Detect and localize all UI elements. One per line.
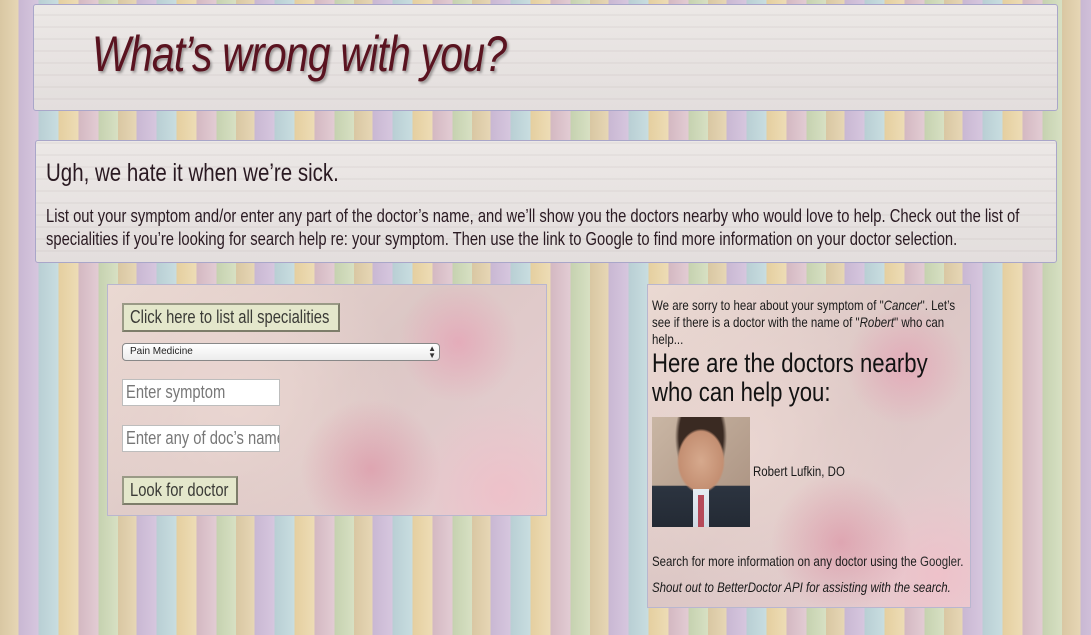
doctor-name[interactable]: Robert Lufkin, DO (753, 463, 845, 479)
specialty-selected-value: Pain Medicine (130, 346, 193, 357)
intro-section: Ugh, we hate it when we’re sick. List ou… (35, 140, 1057, 263)
results-heading: Here are the doctors nearby who can help… (652, 348, 928, 407)
updown-arrow-icon: ▲ ▼ (428, 344, 436, 360)
google-link[interactable]: Googler (920, 553, 960, 569)
intro-text: List out your symptom and/or enter any p… (46, 206, 1020, 249)
look-for-doctor-label: Look for doctor (130, 480, 229, 500)
page-title: What’s wrong with you? (92, 26, 507, 82)
search-panel: Click here to list all specialities Pain… (107, 284, 547, 516)
symptom-value: Cancer (883, 297, 921, 313)
specialty-select[interactable]: Pain Medicine ▲ ▼ (122, 343, 440, 361)
google-search-text: Search for more information on any docto… (652, 553, 963, 569)
shout-out-text: Shout out to BetterDoctor API for assist… (652, 579, 951, 595)
google-prefix: Search for more information on any docto… (652, 553, 921, 569)
list-specialities-button[interactable]: Click here to list all specialities (122, 303, 340, 332)
look-for-doctor-button[interactable]: Look for doctor (122, 476, 238, 505)
intro-heading: Ugh, we hate it when we’re sick. (46, 159, 339, 187)
header-banner: What’s wrong with you? (33, 4, 1058, 111)
name-query-value: Robert (859, 314, 895, 330)
symptom-placeholder: Enter symptom (126, 382, 226, 402)
doctor-photo[interactable] (652, 417, 750, 527)
results-panel: We are sorry to hear about your symptom … (647, 284, 971, 608)
list-specialities-label: Click here to list all specialities (130, 307, 330, 327)
doctor-photo-tie (698, 495, 704, 527)
doctor-name-placeholder: Enter any of doc’s name (126, 428, 280, 448)
sorry-message: We are sorry to hear about your symptom … (652, 297, 967, 348)
google-suffix: . (960, 553, 964, 569)
doctor-name-input[interactable]: Enter any of doc’s name (122, 425, 280, 452)
symptom-input[interactable]: Enter symptom (122, 379, 280, 406)
sorry-prefix: We are sorry to hear about your symptom … (652, 297, 884, 313)
